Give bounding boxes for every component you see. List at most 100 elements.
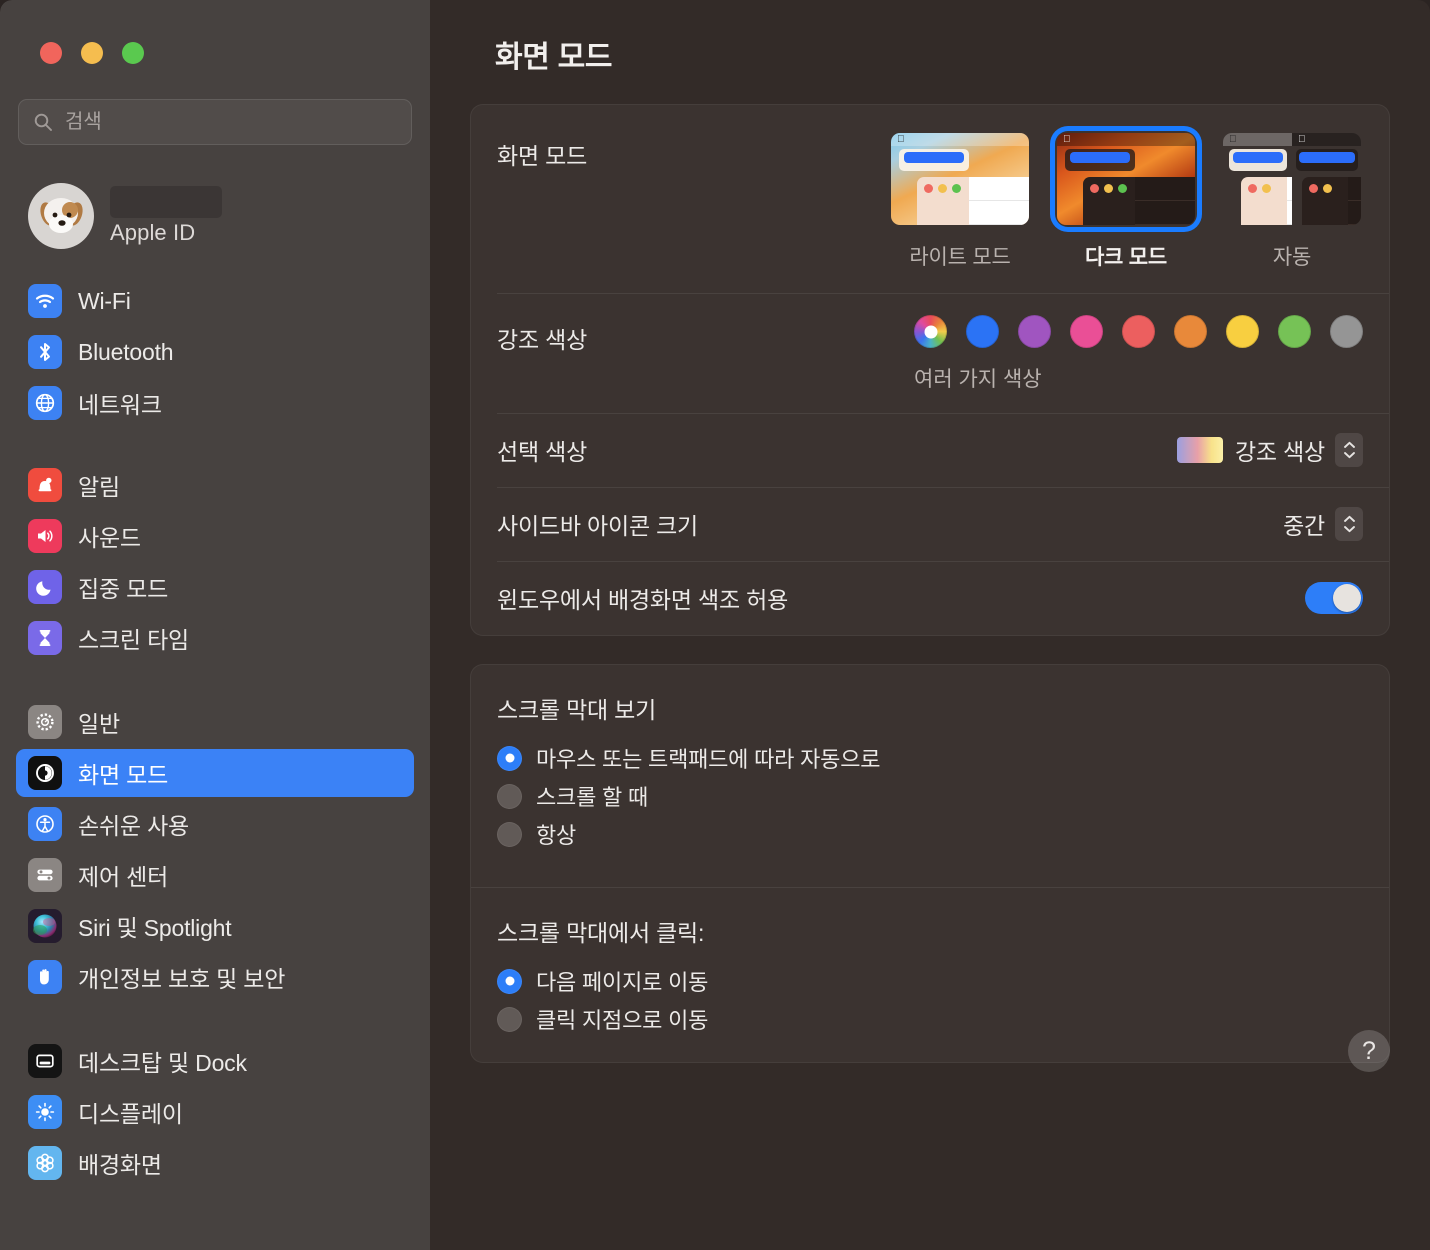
dark-mode-thumbnail[interactable]:  — [1055, 131, 1197, 227]
sidebar-icon-size-stepper[interactable] — [1335, 507, 1363, 541]
scrollbar-option-automatic[interactable]: 마우스 또는 트랙패드에 따라 자동으로 — [497, 739, 1363, 777]
accent-swatch-yellow[interactable] — [1226, 315, 1259, 348]
account-subtitle: Apple ID — [110, 220, 196, 245]
highlight-color-value: 강조 색상 — [1234, 439, 1325, 465]
help-button[interactable]: ? — [1348, 1030, 1390, 1072]
radio-label: 클릭 지점으로 이동 — [536, 1008, 709, 1033]
radio-label: 마우스 또는 트랙패드에 따라 자동으로 — [536, 747, 881, 772]
accent-swatch-pink[interactable] — [1070, 315, 1103, 348]
appearance-mode-options:  라이트 모드 — [889, 131, 1363, 271]
light-mode-thumbnail[interactable]:  — [889, 131, 1031, 227]
show-scroll-bars-title: 스크롤 막대 보기 — [497, 697, 657, 723]
content-pane: 화면 모드 화면 모드  — [430, 0, 1430, 1250]
accessibility-icon — [28, 807, 62, 841]
appearance-option-auto[interactable]:   — [1221, 131, 1363, 271]
accent-color-caption: 여러 가지 색상 — [914, 368, 1042, 391]
maximize-button[interactable] — [122, 42, 144, 64]
radio-button[interactable] — [497, 1006, 522, 1032]
sidebar-item-label: Bluetooth — [78, 338, 174, 365]
search-input[interactable] — [65, 110, 397, 134]
sidebar-item-label: 디스플레이 — [78, 1101, 183, 1127]
sidebar-item-focus[interactable]: 집중 모드 — [16, 563, 414, 611]
sidebar-item-control-center[interactable]: 제어 센터 — [16, 851, 414, 899]
globe-icon — [28, 386, 62, 420]
click-scroll-bar-title: 스크롤 막대에서 클릭: — [497, 920, 705, 946]
sidebar-item-wallpaper[interactable]: 배경화면 — [16, 1139, 414, 1187]
wifi-icon — [28, 284, 62, 318]
search-field[interactable] — [18, 99, 412, 145]
sidebar-item-screentime[interactable]: 스크린 타임 — [16, 614, 414, 662]
apple-logo-icon:  — [1063, 134, 1071, 145]
sidebar-item-displays[interactable]: 디스플레이 — [16, 1088, 414, 1136]
scrollbar-option-when-scrolling[interactable]: 스크롤 할 때 — [497, 777, 1363, 815]
speaker-icon — [28, 519, 62, 553]
accent-swatch-green[interactable] — [1278, 315, 1311, 348]
sidebar-group-desktop: 데스크탑 및 Dock 디스플레이 배경화면 — [0, 1037, 430, 1187]
sidebar-item-wifi[interactable]: Wi-Fi — [16, 277, 414, 325]
radio-button[interactable] — [497, 968, 522, 994]
radio-label: 다음 페이지로 이동 — [536, 970, 709, 995]
radio-label: 항상 — [536, 823, 577, 848]
sidebar-item-network[interactable]: 네트워크 — [16, 379, 414, 427]
sidebar-item-label: 네트워크 — [78, 392, 162, 418]
sidebar-icon-size-value: 중간 — [1283, 513, 1325, 539]
sidebar-item-privacy-security[interactable]: 개인정보 보호 및 보안 — [16, 953, 414, 1001]
apple-logo-icon:  — [1298, 134, 1306, 145]
siri-icon — [28, 909, 62, 943]
sidebar-group-system: 일반 화면 모드 손쉬운 사용 제어 센터 Siri 및 Spotlight 개… — [0, 698, 430, 1001]
accent-swatch-blue[interactable] — [966, 315, 999, 348]
auto-mode-thumbnail[interactable]:   — [1221, 131, 1363, 227]
sidebar-item-label: 집중 모드 — [78, 576, 169, 602]
accent-color-swatches — [914, 315, 1363, 348]
sidebar-item-sound[interactable]: 사운드 — [16, 512, 414, 560]
hourglass-icon — [28, 621, 62, 655]
sidebar-item-siri-spotlight[interactable]: Siri 및 Spotlight — [16, 902, 414, 950]
account-text: Apple ID — [110, 186, 222, 246]
sidebar-group-alerts: 알림 사운드 집중 모드 스크린 타임 — [0, 461, 430, 662]
wallpaper-tinting-label: 윈도우에서 배경화면 색조 허용 — [497, 587, 789, 613]
sidebar-item-general[interactable]: 일반 — [16, 698, 414, 746]
sidebar-icon-size-label: 사이드바 아이콘 크기 — [497, 513, 699, 539]
wallpaper-tinting-row: 윈도우에서 배경화면 색조 허용 — [471, 561, 1389, 635]
show-scroll-bars-section: 스크롤 막대 보기 마우스 또는 트랙패드에 따라 자동으로 스크롤 할 때 항… — [471, 665, 1389, 877]
sidebar-item-label: 손쉬운 사용 — [78, 813, 189, 839]
sidebar-item-label: Wi-Fi — [78, 287, 131, 314]
accent-swatch-multicolor[interactable] — [914, 315, 947, 348]
sidebar-item-label: 일반 — [78, 711, 120, 737]
wallpaper-tinting-toggle[interactable] — [1305, 582, 1363, 614]
radio-button[interactable] — [497, 783, 522, 809]
radio-button[interactable] — [497, 745, 522, 771]
scrollbar-click-option-jump-to-spot[interactable]: 클릭 지점으로 이동 — [497, 1000, 1363, 1038]
traffic-light-controls — [0, 0, 430, 64]
sidebar-item-label: 배경화면 — [78, 1152, 162, 1178]
sidebar-item-bluetooth[interactable]: Bluetooth — [16, 328, 414, 376]
sidebar-group-network: Wi-Fi Bluetooth 네트워크 — [0, 277, 430, 427]
sidebar-item-desktop-dock[interactable]: 데스크탑 및 Dock — [16, 1037, 414, 1085]
desktop-dock-icon — [28, 1044, 62, 1078]
sidebar-item-notifications[interactable]: 알림 — [16, 461, 414, 509]
appearance-option-dark[interactable]:  다크 모드 — [1055, 131, 1197, 271]
highlight-color-stepper[interactable] — [1335, 433, 1363, 467]
avatar — [28, 183, 94, 249]
appearance-settings-card: 화면 모드  — [470, 104, 1390, 636]
privacy-hand-icon — [28, 960, 62, 994]
accent-swatch-orange[interactable] — [1174, 315, 1207, 348]
accent-swatch-graphite[interactable] — [1330, 315, 1363, 348]
radio-button[interactable] — [497, 821, 522, 847]
accent-swatch-purple[interactable] — [1018, 315, 1051, 348]
brightness-icon — [28, 1095, 62, 1129]
sidebar-item-label: 데스크탑 및 Dock — [78, 1050, 247, 1076]
scrollbar-option-always[interactable]: 항상 — [497, 815, 1363, 853]
close-button[interactable] — [40, 42, 62, 64]
sidebar-item-appearance[interactable]: 화면 모드 — [16, 749, 414, 797]
account-name-redacted — [110, 186, 222, 218]
scrollbar-click-option-next-page[interactable]: 다음 페이지로 이동 — [497, 962, 1363, 1000]
sidebar-item-accessibility[interactable]: 손쉬운 사용 — [16, 800, 414, 848]
apple-id-row[interactable]: Apple ID — [16, 173, 414, 259]
sidebar-item-label: 제어 센터 — [78, 864, 169, 890]
accent-swatch-red[interactable] — [1122, 315, 1155, 348]
highlight-color-row: 선택 색상 강조 색상 — [471, 413, 1389, 487]
appearance-option-light[interactable]:  라이트 모드 — [889, 131, 1031, 271]
minimize-button[interactable] — [81, 42, 103, 64]
sidebar-icon-size-row: 사이드바 아이콘 크기 중간 — [471, 487, 1389, 561]
